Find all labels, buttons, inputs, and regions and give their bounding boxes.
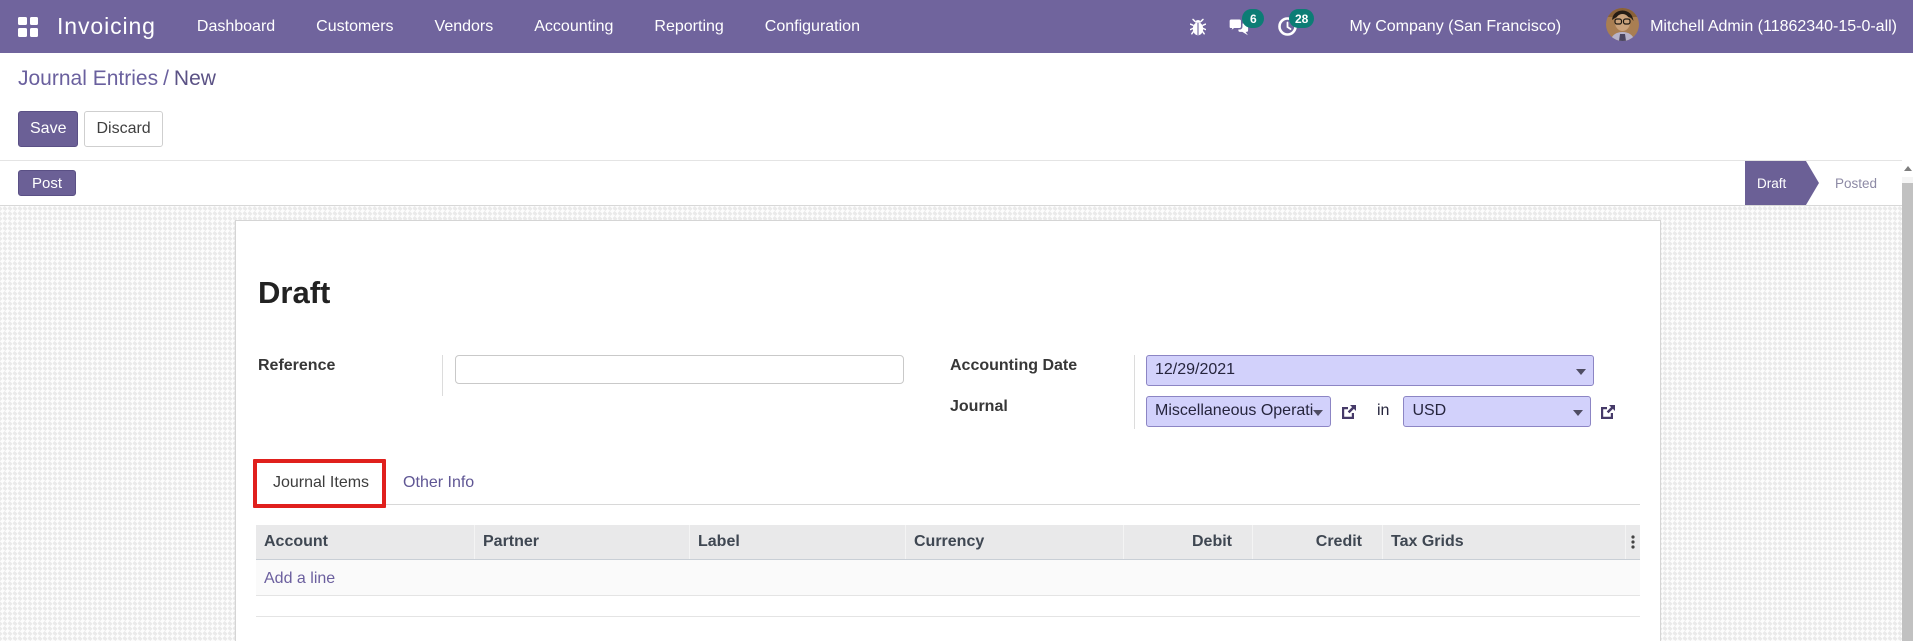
menu-dashboard[interactable]: Dashboard: [197, 18, 275, 36]
activities-button[interactable]: 28: [1278, 0, 1315, 53]
form-sheet: Draft Reference Accounting Date 12/29/20…: [235, 220, 1661, 641]
caret-down-icon: [1576, 368, 1586, 375]
add-a-line-link[interactable]: Add a line: [264, 570, 335, 588]
app-name[interactable]: Invoicing: [57, 13, 156, 40]
journal-in-text: in: [1377, 401, 1390, 419]
menu-reporting[interactable]: Reporting: [654, 18, 723, 36]
bug-icon: [1190, 18, 1207, 35]
accounting-date-label: Accounting Date: [948, 354, 1135, 396]
field-group-left: Reference: [256, 354, 948, 429]
record-title: Draft: [258, 275, 331, 310]
field-group-right: Accounting Date 12/29/2021 Journal Misce…: [948, 354, 1640, 429]
table-empty-row: [256, 595, 1640, 617]
status-steps: Draft Posted: [1745, 161, 1902, 205]
kebab-menu-icon: [1631, 535, 1635, 549]
scroll-up-arrow-icon: [1903, 166, 1912, 171]
systray: 6 28 My Company (San Francisco) Mitchell…: [1190, 0, 1897, 53]
journal-value: Miscellaneous Operations: [1155, 402, 1314, 420]
notebook-tabs: Journal Items Other Info: [253, 458, 1640, 508]
apps-menu-icon[interactable]: [18, 16, 38, 37]
journal-label: Journal: [948, 395, 1135, 429]
currency-select[interactable]: USD: [1403, 395, 1592, 427]
menu-accounting[interactable]: Accounting: [534, 18, 613, 36]
scrollbar-thumb[interactable]: [1902, 183, 1913, 641]
field-group: Reference Accounting Date 12/29/2021 Jou…: [256, 354, 1640, 429]
avatar[interactable]: [1606, 8, 1640, 41]
apps-grid-square: [18, 28, 27, 37]
journal-items-table: Account Partner Label Currency Debit Cre…: [256, 524, 1640, 617]
table-header-row: Account Partner Label Currency Debit Cre…: [256, 524, 1640, 560]
apps-grid-square: [29, 16, 38, 25]
menu-vendors[interactable]: Vendors: [435, 18, 494, 36]
column-partner[interactable]: Partner: [474, 524, 689, 559]
messages-button[interactable]: 6: [1228, 0, 1265, 53]
activities-count-badge: 28: [1288, 9, 1315, 28]
journal-external-link-icon[interactable]: [1340, 403, 1358, 421]
top-navbar: Invoicing Dashboard Customers Vendors Ac…: [0, 0, 1913, 53]
discard-button[interactable]: Discard: [84, 111, 163, 147]
caret-down-icon: [1573, 409, 1584, 416]
status-step-draft[interactable]: Draft: [1745, 161, 1819, 205]
currency-value: USD: [1412, 402, 1447, 420]
user-menu[interactable]: Mitchell Admin (11862340-15-0-all): [1650, 18, 1897, 36]
accounting-date-value: 12/29/2021: [1155, 361, 1236, 379]
tab-other-info[interactable]: Other Info: [386, 459, 491, 504]
currency-external-link-icon[interactable]: [1599, 403, 1617, 421]
main-menu: Dashboard Customers Vendors Accounting R…: [197, 0, 901, 53]
form-statusbar: Post Draft Posted: [0, 160, 1902, 206]
save-button[interactable]: Save: [18, 111, 79, 147]
breadcrumb: Journal Entries / New: [0, 53, 1913, 91]
column-tax-grids[interactable]: Tax Grids: [1382, 524, 1625, 559]
vertical-scrollbar[interactable]: [1902, 160, 1913, 641]
column-currency[interactable]: Currency: [905, 524, 1123, 559]
table-add-row: Add a line: [256, 559, 1640, 596]
column-credit[interactable]: Credit: [1252, 524, 1382, 559]
form-view-background: Draft Reference Accounting Date 12/29/20…: [0, 206, 1902, 641]
breadcrumb-separator: /: [163, 67, 169, 90]
menu-customers[interactable]: Customers: [316, 18, 393, 36]
control-panel: Journal Entries / New Save Discard: [0, 53, 1913, 160]
breadcrumb-current: New: [173, 67, 216, 90]
apps-grid-square: [18, 16, 27, 25]
scrollbar-up-button[interactable]: [1902, 160, 1913, 177]
avatar-image: [1606, 8, 1640, 41]
journal-select[interactable]: Miscellaneous Operations: [1146, 395, 1331, 427]
messages-count-badge: 6: [1242, 9, 1265, 28]
control-panel-buttons: Save Discard: [18, 111, 1913, 147]
tab-journal-items[interactable]: Journal Items: [256, 459, 386, 504]
caret-down-icon: [1313, 409, 1323, 416]
optional-columns-toggle[interactable]: [1625, 524, 1640, 559]
status-step-posted[interactable]: Posted: [1819, 161, 1902, 205]
breadcrumb-journal-entries[interactable]: Journal Entries: [18, 67, 158, 90]
menu-configuration[interactable]: Configuration: [765, 18, 860, 36]
debug-icon[interactable]: [1190, 0, 1207, 53]
reference-label: Reference: [256, 354, 443, 396]
reference-input[interactable]: [455, 354, 904, 384]
apps-grid-square: [29, 28, 38, 37]
column-account[interactable]: Account: [256, 525, 474, 559]
company-switcher[interactable]: My Company (San Francisco): [1349, 18, 1561, 36]
column-label[interactable]: Label: [689, 524, 905, 559]
post-button[interactable]: Post: [18, 170, 77, 196]
column-debit[interactable]: Debit: [1123, 524, 1252, 559]
accounting-date-select[interactable]: 12/29/2021: [1146, 354, 1594, 386]
